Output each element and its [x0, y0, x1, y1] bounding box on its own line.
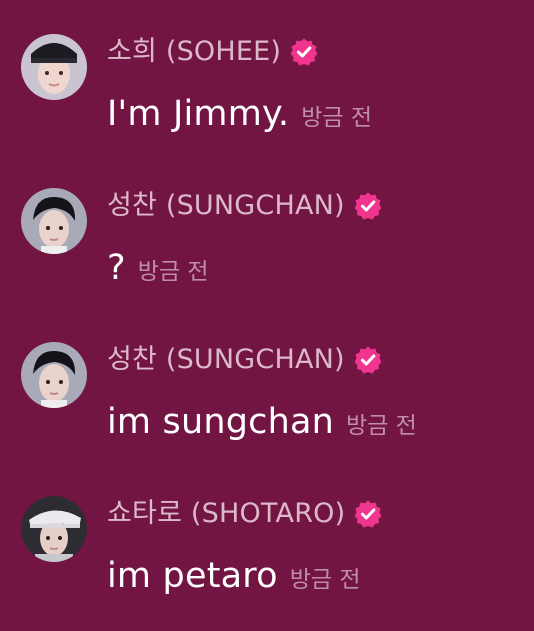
- message-text: ?: [107, 248, 126, 288]
- message-row: I'm Jimmy. 방금 전: [107, 92, 372, 136]
- sungchan-avatar[interactable]: [21, 188, 87, 254]
- message-time: 방금 전: [301, 105, 373, 131]
- shotaro-avatar[interactable]: [21, 496, 87, 562]
- message-row: im sungchan 방금 전: [107, 400, 417, 444]
- message-text: I'm Jimmy.: [107, 94, 290, 134]
- sender-row: 성찬 (SUNGCHAN): [107, 342, 383, 378]
- chat-message-list: 소희 (SOHEE) I'm Jimmy. 방금 전 성찬 (SUNGCHAN)…: [0, 0, 534, 631]
- sender-row: 쇼타로 (SHOTARO): [107, 496, 383, 532]
- message-time: 방금 전: [346, 413, 417, 439]
- sender-row: 성찬 (SUNGCHAN): [107, 188, 383, 224]
- chat-message: 소희 (SOHEE) I'm Jimmy. 방금 전: [0, 34, 534, 164]
- message-time: 방금 전: [137, 259, 209, 285]
- sungchan-avatar[interactable]: [21, 342, 87, 408]
- chat-message: 성찬 (SUNGCHAN) im sungchan 방금 전: [0, 342, 534, 472]
- message-text: im petaro: [107, 556, 278, 596]
- message-row: im petaro 방금 전: [107, 554, 361, 598]
- chat-message: 쇼타로 (SHOTARO) im petaro 방금 전: [0, 496, 534, 626]
- sender-name[interactable]: 성찬 (SUNGCHAN): [107, 188, 345, 224]
- message-time: 방금 전: [289, 567, 361, 593]
- verified-badge-icon: [353, 499, 383, 529]
- message-row: ? 방금 전: [107, 246, 209, 290]
- message-text: im sungchan: [107, 402, 335, 442]
- chat-message: 성찬 (SUNGCHAN) ? 방금 전: [0, 188, 534, 318]
- sender-name[interactable]: 성찬 (SUNGCHAN): [107, 342, 345, 378]
- sender-name[interactable]: 소희 (SOHEE): [107, 34, 281, 70]
- sender-row: 소희 (SOHEE): [107, 34, 319, 70]
- sender-name[interactable]: 쇼타로 (SHOTARO): [107, 496, 345, 532]
- verified-badge-icon: [353, 191, 383, 221]
- verified-badge-icon: [289, 37, 319, 67]
- sohee-avatar[interactable]: [21, 34, 87, 100]
- verified-badge-icon: [353, 345, 383, 375]
